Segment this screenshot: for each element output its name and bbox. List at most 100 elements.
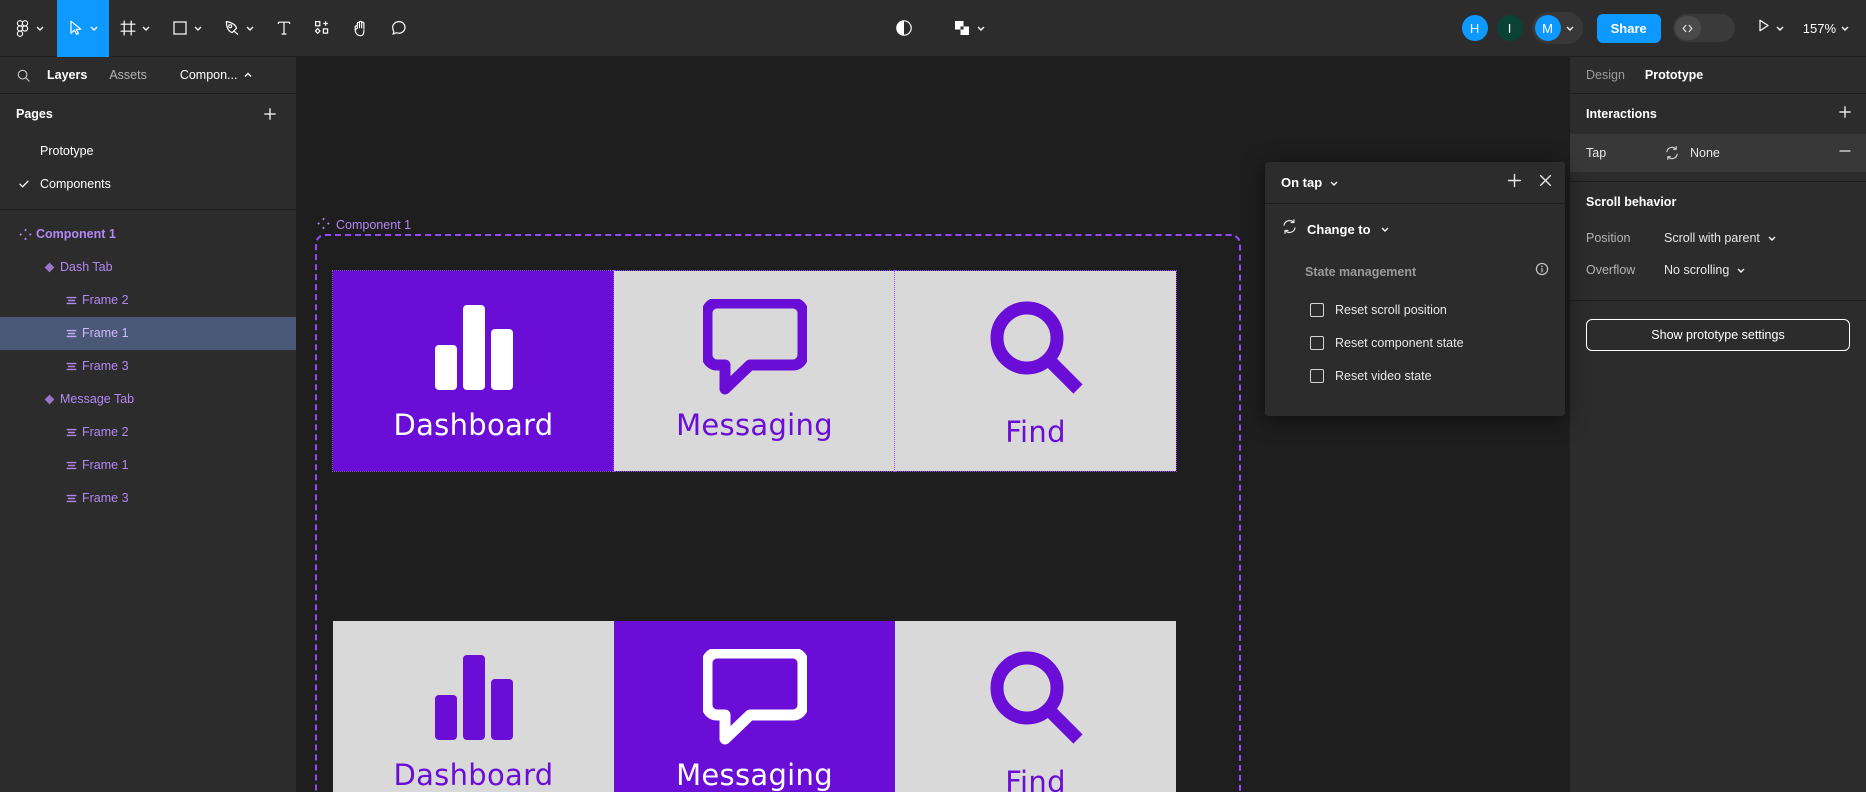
layer-row-component-1[interactable]: Component 1 [0,218,296,251]
layer-row-frame-1-b[interactable]: Frame 1 [0,449,296,482]
action-selector[interactable]: Change to [1281,218,1549,240]
tab-prototype[interactable]: Prototype [1645,68,1723,82]
pages-title: Pages [16,107,53,121]
chevron-down-icon [246,26,254,31]
search-icon[interactable] [10,68,36,83]
chevron-down-icon [1776,26,1784,31]
field-label: Position [1586,231,1631,245]
tab-components[interactable]: Compon... [158,69,264,82]
tile-label: Find [1005,765,1066,792]
checkbox-label: Reset video state [1335,368,1432,383]
checkbox-reset-component-state[interactable]: Reset component state [1310,326,1549,359]
right-sidebar: Design Prototype Interactions Tap None S… [1569,57,1866,792]
present-button[interactable] [1755,17,1785,39]
layer-row-frame-3-a[interactable]: Frame 3 [0,350,296,383]
interaction-row-tap[interactable]: Tap None [1570,134,1866,172]
canvas-component-label[interactable]: Component 1 [317,217,411,233]
tile-find[interactable]: Find [894,270,1177,472]
layer-row-dash-tab[interactable]: Dash Tab [0,251,296,284]
chevron-down-icon [194,26,202,31]
add-interaction-button[interactable] [1838,105,1852,124]
remove-interaction-button[interactable] [1838,144,1852,163]
chevron-down-icon[interactable] [1329,178,1339,188]
mask-tool-button[interactable] [884,0,924,57]
layer-label: Frame 3 [82,359,129,374]
text-t-icon [275,19,293,37]
zoom-level-menu[interactable]: 157% [1803,21,1850,36]
section-label: State management [1305,264,1417,279]
hand-tool-button[interactable] [341,0,380,57]
page-item-components[interactable]: Components [0,167,296,200]
left-sidebar: Layers Assets Compon... Pages Prototype [0,57,297,792]
tile-find-2[interactable]: Find [895,621,1176,792]
overflow-dropdown[interactable]: No scrolling [1664,263,1746,277]
frame-tool-button[interactable] [109,0,161,57]
position-dropdown[interactable]: Scroll with parent [1664,231,1777,245]
autolayout-icon [60,459,82,472]
autolayout-icon [60,426,82,439]
tile-messaging-active[interactable]: Messaging [614,621,895,792]
layer-label: Frame 1 [82,458,129,473]
right-panel-tabs: Design Prototype [1570,57,1866,94]
chevron-up-icon [244,72,251,77]
autolayout-icon [60,294,82,307]
text-tool-button[interactable] [265,0,303,57]
avatar[interactable]: I [1496,15,1523,41]
chevron-down-icon [1768,236,1776,241]
layer-row-message-tab[interactable]: Message Tab [0,383,296,416]
shape-tool-button[interactable] [161,0,213,57]
chevron-down-icon [977,26,985,31]
add-page-button[interactable] [260,104,280,124]
field-label: Overflow [1586,263,1636,277]
bar-chart-icon [333,621,614,761]
dev-mode-toggle[interactable] [1672,14,1735,42]
boolean-tool-button[interactable] [942,0,996,57]
tile-dashboard-active[interactable]: Dashboard [332,270,615,472]
tab-design[interactable]: Design [1586,68,1645,82]
page-label: Prototype [40,143,94,158]
code-brackets-icon [1674,16,1701,40]
layer-row-frame-1-selected[interactable]: Frame 1 [0,317,296,350]
pen-tool-button[interactable] [213,0,265,57]
chevron-down-icon [90,26,98,31]
checkbox-reset-video-state[interactable]: Reset video state [1310,359,1549,392]
toolbar-right-group: H I M Share 157% [1461,12,1866,44]
close-icon[interactable] [1538,173,1553,193]
pen-icon [223,19,241,37]
resources-tool-button[interactable] [303,0,341,57]
trigger-label: On tap [1281,175,1323,190]
toolbar-tools-group [0,0,418,57]
tile-messaging[interactable]: Messaging [613,270,896,472]
layer-label: Component 1 [36,227,116,242]
avatar[interactable]: H [1461,15,1488,41]
current-user-avatar-menu[interactable]: M [1531,12,1583,44]
checkbox-reset-scroll-position[interactable]: Reset scroll position [1310,293,1549,326]
tile-label: Messaging [676,408,833,442]
figma-menu-button[interactable] [0,0,57,57]
tab-layers[interactable]: Layers [36,57,98,94]
dash-tab-row: Dashboard Messaging Find [332,270,1177,472]
state-management-section-header: State management [1305,262,1549,281]
layer-row-frame-3-b[interactable]: Frame 3 [0,482,296,515]
show-prototype-settings-button[interactable]: Show prototype settings [1586,319,1850,351]
component-label-text: Component 1 [336,218,412,232]
layer-row-frame-2-b[interactable]: Frame 2 [0,416,296,449]
chevron-down-icon [36,26,44,31]
layer-label: Frame 1 [82,326,129,341]
position-value: Scroll with parent [1664,231,1760,245]
info-circle-icon[interactable] [1535,262,1549,281]
comment-tool-button[interactable] [380,0,418,57]
interaction-trigger: Tap [1586,146,1607,160]
components-plus-icon [313,19,331,37]
layer-row-frame-2-a[interactable]: Frame 2 [0,284,296,317]
field-position: Position Scroll with parent [1570,222,1866,254]
page-item-prototype[interactable]: Prototype [0,134,296,167]
add-interaction-button[interactable] [1507,173,1522,193]
tile-dashboard[interactable]: Dashboard [333,621,614,792]
tab-assets[interactable]: Assets [98,57,158,94]
chevron-down-icon [1737,268,1745,273]
interactions-header: Interactions [1570,94,1866,134]
move-tool-button[interactable] [57,0,109,57]
share-button[interactable]: Share [1596,13,1661,43]
popover-header: On tap [1265,162,1565,204]
